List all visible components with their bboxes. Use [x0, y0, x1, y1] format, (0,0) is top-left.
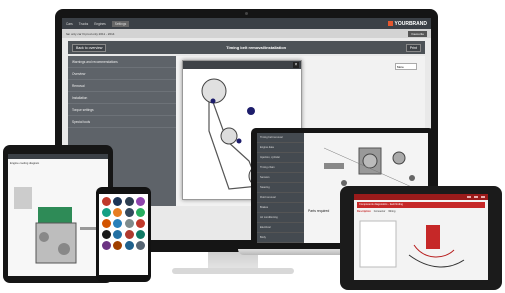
sidebar-item-torque[interactable]: Torque settings — [68, 104, 176, 116]
smartphone — [96, 187, 151, 282]
diagnostics-title: Components diagnostics - fault finding — [357, 202, 485, 208]
car-brand-logo-icon[interactable] — [124, 241, 134, 250]
brand-logo: YOURBRAND — [387, 20, 428, 27]
laptop-sidebar-item[interactable]: Electrical — [257, 223, 304, 233]
brand-square-icon — [387, 21, 393, 26]
back-button[interactable]: Back to overview — [72, 43, 107, 52]
parts-label: Parts required — [308, 209, 330, 213]
nav-tab-trucks[interactable]: Trucks — [79, 22, 88, 26]
car-brand-logo-icon[interactable] — [113, 208, 123, 217]
nav-tab-settings[interactable]: Settings — [111, 20, 130, 27]
nav-tab-engines[interactable]: Engines — [94, 22, 106, 26]
car-brand-logo-icon[interactable] — [102, 241, 111, 250]
tablet-right-topbar — [354, 194, 488, 200]
car-brand-logo-icon[interactable] — [124, 219, 134, 228]
tablet-right-screen: Components diagnostics - fault finding D… — [354, 194, 488, 280]
diagnostics-tabs: Description Connector Wiring — [357, 210, 485, 213]
car-brand-logo-icon[interactable] — [102, 230, 111, 239]
tablet-right: Components diagnostics - fault finding D… — [340, 186, 502, 290]
car-brand-logo-icon[interactable] — [135, 241, 145, 250]
device-showcase: Cars Trucks Engines Settings YOURBRAND f… — [0, 0, 505, 293]
laptop-sidebar-item[interactable]: Steering — [257, 183, 304, 193]
car-brand-logo-icon[interactable] — [135, 219, 145, 228]
page-title: Timing belt removal/installation — [226, 45, 287, 50]
sidebar-item-removal[interactable]: Removal — [68, 80, 176, 92]
phone-screen — [99, 194, 148, 275]
car-brand-logo-icon[interactable] — [135, 208, 145, 217]
wiring-diagram — [359, 220, 465, 268]
tab-description[interactable]: Description — [357, 210, 371, 213]
car-brand-logo-icon[interactable] — [124, 197, 134, 206]
options-dropdown[interactable]: More — [395, 63, 417, 70]
laptop-sidebar-item[interactable]: Body — [257, 233, 304, 243]
popup-header: × — [183, 61, 301, 69]
car-brand-logo-icon[interactable] — [113, 219, 123, 228]
sidebar-item-warnings[interactable]: Warnings and recommendations — [68, 56, 176, 68]
laptop-sidebar-item[interactable]: Brakes — [257, 203, 304, 213]
top-nav: Cars Trucks Engines Settings YOURBRAND — [62, 18, 431, 29]
car-brand-logo-icon[interactable] — [124, 208, 134, 217]
sidebar-item-installation[interactable]: Installation — [68, 92, 176, 104]
laptop-sidebar-item[interactable]: Sensors — [257, 173, 304, 183]
brand-logo-grid — [99, 194, 148, 253]
laptop-sidebar-item[interactable]: Engine data — [257, 143, 304, 153]
tab-connector[interactable]: Connector — [374, 210, 386, 213]
close-icon[interactable]: × — [293, 62, 299, 68]
webcam — [245, 12, 248, 15]
sidebar-item-overview[interactable]: Overview — [68, 68, 176, 80]
laptop-sidebar-item[interactable]: Air conditioning — [257, 213, 304, 223]
car-brand-logo-icon[interactable] — [113, 241, 123, 250]
nav-tab-cars[interactable]: Cars — [66, 22, 73, 26]
sidebar-item-tools[interactable]: Special tools — [68, 116, 176, 128]
laptop-sidebar: Timing belt removal Engine data Injectio… — [257, 133, 304, 243]
engine-diagram — [14, 187, 98, 264]
laptop-sidebar-item[interactable]: Timing chain — [257, 163, 304, 173]
car-brand-logo-icon[interactable] — [135, 197, 145, 206]
laptop-sidebar-item[interactable]: Fluid removal — [257, 193, 304, 203]
car-brand-logo-icon[interactable] — [124, 230, 134, 239]
monitor-base — [172, 268, 294, 274]
laptop-sidebar-item[interactable]: Timing belt removal — [257, 133, 304, 143]
laptop-sidebar-item[interactable]: Injection, cylinder — [257, 153, 304, 163]
tab-wiring[interactable]: Wiring — [388, 210, 395, 213]
car-brand-logo-icon[interactable] — [102, 208, 111, 217]
car-brand-logo-icon[interactable] — [113, 230, 123, 239]
car-brand-logo-icon[interactable] — [102, 197, 111, 206]
tablet-left-screen: Engine cooling diagram — [8, 154, 108, 276]
favourite-button[interactable]: Favourite — [408, 30, 427, 37]
car-brand-logo-icon[interactable] — [113, 197, 123, 206]
car-brand-logo-icon[interactable] — [102, 219, 111, 228]
sub-bar: fan only car fit prod only 2011 - 2014 F… — [62, 29, 431, 38]
brand-name: YOURBRAND — [394, 20, 428, 27]
tablet-left-title: Engine cooling diagram — [10, 161, 40, 165]
print-button[interactable]: Print — [405, 43, 421, 52]
vehicle-subtitle: fan only car fit prod only 2011 - 2014 — [66, 31, 115, 36]
car-brand-logo-icon[interactable] — [135, 230, 145, 239]
page-header: Back to overview Timing belt removal/ins… — [68, 41, 425, 54]
